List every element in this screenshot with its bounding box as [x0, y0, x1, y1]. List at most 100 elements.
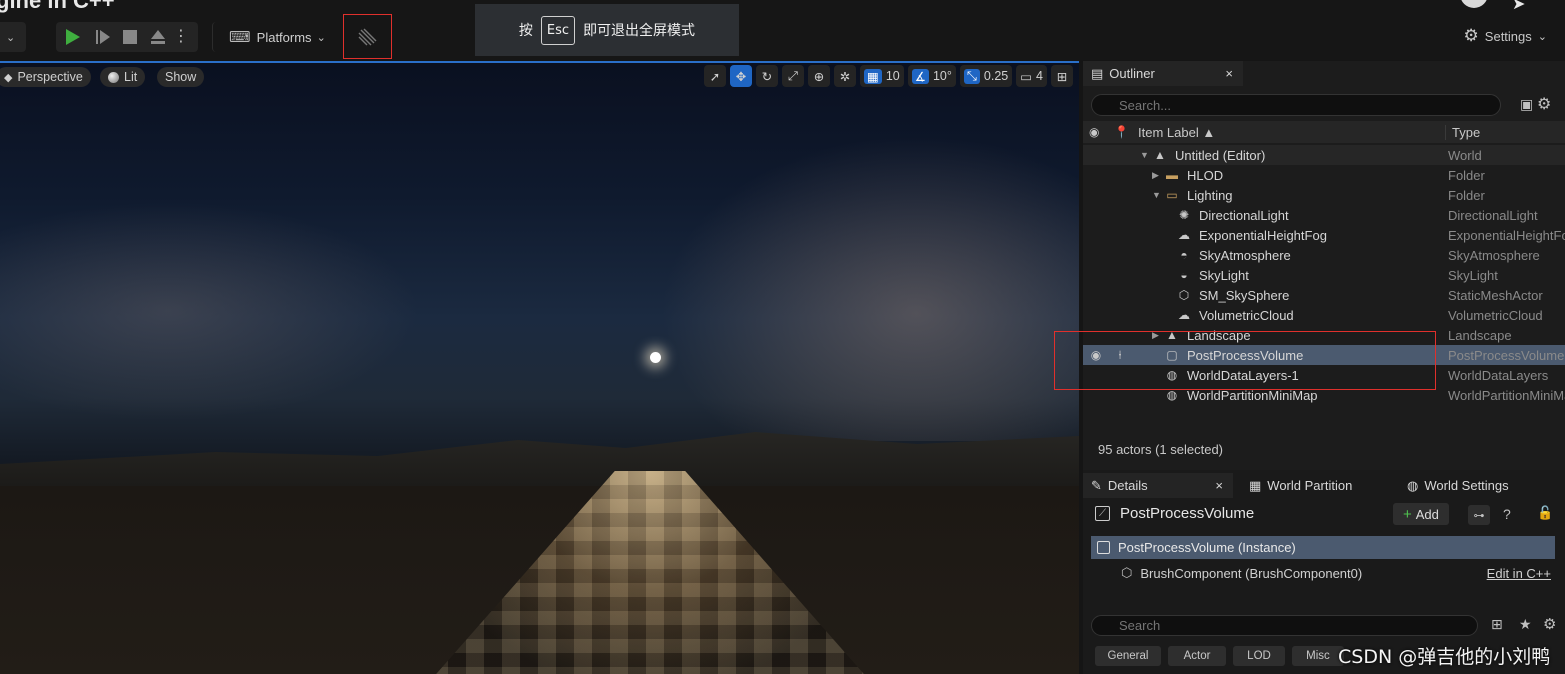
post-process-toggle-button[interactable]: [350, 22, 384, 52]
outliner-row[interactable]: ▼ ▭ Lighting Folder: [1083, 185, 1565, 205]
instance-row[interactable]: PostProcessVolume (Instance): [1091, 536, 1555, 559]
share-icon[interactable]: ➤: [1512, 0, 1525, 14]
camera-speed-value: 4: [1036, 69, 1043, 83]
tab-details[interactable]: ✎ Details ×: [1083, 473, 1233, 498]
stop-button[interactable]: [116, 22, 144, 52]
outliner-row[interactable]: ◒ SkyLight SkyLight: [1083, 265, 1565, 285]
select-mode-button[interactable]: ➚: [704, 65, 727, 87]
eject-button[interactable]: [144, 22, 172, 52]
filter-bar: General Actor LOD Misc: [1095, 646, 1344, 666]
details-search-input[interactable]: [1091, 615, 1478, 636]
outliner-row[interactable]: ⬡ SM_SkySphere StaticMeshActor: [1083, 285, 1565, 305]
outliner-row[interactable]: ▼ ▲ Untitled (Editor) World: [1083, 145, 1565, 165]
outliner-row[interactable]: ☁ ExponentialHeightFog ExponentialHeightFo…: [1083, 225, 1565, 245]
translate-mode-button[interactable]: ✥: [730, 65, 753, 87]
details-object-name: PostProcessVolume: [1120, 505, 1255, 522]
perspective-label: Perspective: [17, 70, 83, 84]
outliner-row[interactable]: ▶ ▲ Landscape Landscape: [1083, 325, 1565, 345]
coordinate-space-button[interactable]: ⊕: [808, 65, 831, 87]
lock-icon[interactable]: 🔓: [1537, 505, 1553, 521]
window-control-a[interactable]: [1460, 0, 1488, 8]
pin-icon[interactable]: 📍: [1114, 125, 1129, 139]
pin-icon[interactable]: ⍿: [1113, 348, 1127, 362]
main-toolbar: gine in C++ ⌄ ⋮ ⌨ Platforms ⌄ 按 Esc 即可退出…: [0, 0, 1565, 60]
camera-icon: ▭: [1020, 69, 1033, 84]
angle-icon: ∡: [911, 68, 929, 84]
scale-icon: ⤢: [788, 68, 799, 83]
table-view-icon[interactable]: ⊞: [1491, 616, 1503, 633]
play-button[interactable]: [56, 22, 90, 52]
cloud-right: [640, 121, 1079, 441]
filter-actor[interactable]: Actor: [1168, 646, 1226, 666]
outliner-row[interactable]: ✺ DirectionalLight DirectionalLight: [1083, 205, 1565, 225]
more-options-button[interactable]: ⋮: [172, 22, 190, 52]
expand-arrow-icon[interactable]: ▶: [1152, 330, 1159, 341]
grid-icon: ▦: [864, 68, 882, 84]
outliner-row[interactable]: ▶ ▬ HLOD Folder: [1083, 165, 1565, 185]
gear-icon[interactable]: ⚙: [1537, 94, 1551, 114]
visibility-eye-icon[interactable]: ◉: [1089, 348, 1103, 362]
help-icon[interactable]: ?: [1503, 506, 1511, 522]
component-label: BrushComponent (BrushComponent0): [1140, 565, 1363, 581]
view-mode-menu[interactable]: Lit: [100, 67, 146, 87]
grid-snap-button[interactable]: ▦ 10: [860, 65, 904, 87]
outliner-row[interactable]: ◍ WorldPartitionMiniMap WorldPartitionMini…: [1083, 385, 1565, 405]
outliner-row[interactable]: ◓ SkyAtmosphere SkyAtmosphere: [1083, 245, 1565, 265]
stop-icon: [123, 30, 137, 44]
layout-button[interactable]: ⊞: [1051, 65, 1073, 87]
outliner-row[interactable]: ◉ ⍿ ▢ PostProcessVolume PostProcessVolume: [1083, 345, 1565, 365]
component-row[interactable]: ⬡ BrushComponent (BrushComponent0) Edit …: [1091, 562, 1555, 584]
outliner-item-label: SkyLight: [1199, 267, 1249, 283]
collapse-arrow-icon[interactable]: ▼: [1152, 190, 1161, 200]
perspective-menu[interactable]: ◆ Perspective: [0, 67, 91, 87]
add-folder-icon[interactable]: ▣: [1520, 96, 1533, 113]
collapse-arrow-icon[interactable]: ▼: [1140, 150, 1149, 160]
close-icon[interactable]: ×: [1215, 478, 1223, 493]
show-menu[interactable]: Show: [157, 67, 205, 87]
esc-notice-prefix: 按: [518, 23, 533, 39]
expand-arrow-icon[interactable]: ▶: [1152, 170, 1159, 181]
filter-lod[interactable]: LOD: [1233, 646, 1285, 666]
instance-label: PostProcessVolume (Instance): [1118, 540, 1296, 555]
scale-mode-button[interactable]: ⤢: [782, 65, 805, 87]
tab-outliner[interactable]: ▤ Outliner ×: [1083, 61, 1243, 86]
add-component-button[interactable]: + Add: [1393, 503, 1449, 525]
play-icon: [66, 29, 80, 45]
blueprint-icon[interactable]: ⊶: [1468, 505, 1490, 525]
globe-icon: ◍: [1407, 477, 1419, 493]
plus-icon: +: [1403, 505, 1412, 523]
world-settings-tab-label: World Settings: [1424, 478, 1509, 493]
rotate-icon: ↻: [761, 69, 773, 84]
scale-snap-button[interactable]: ⤡ 0.25: [959, 65, 1013, 87]
outliner-item-label: HLOD: [1187, 167, 1224, 183]
column-item-label[interactable]: Item Label ▲: [1138, 125, 1215, 140]
tab-world-partition[interactable]: ▦ World Partition: [1241, 473, 1360, 498]
rotate-mode-button[interactable]: ↻: [756, 65, 779, 87]
visibility-eye-icon[interactable]: ◉: [1089, 125, 1099, 139]
star-icon[interactable]: ★: [1519, 616, 1532, 633]
filter-general[interactable]: General: [1095, 646, 1161, 666]
filter-misc[interactable]: Misc: [1292, 646, 1344, 666]
cloud-left: [0, 201, 420, 421]
outliner-item-type: Folder: [1448, 187, 1485, 203]
tab-world-settings[interactable]: ◍ World Settings: [1399, 473, 1517, 498]
column-type[interactable]: Type: [1445, 124, 1480, 140]
surface-snap-button[interactable]: ✲: [834, 65, 857, 87]
level-viewport[interactable]: ◆ Perspective Lit Show ➚ ✥ ↻ ⤢ ⊕ ✲ ▦ 10 …: [0, 61, 1079, 674]
close-icon[interactable]: ×: [1225, 66, 1233, 81]
settings-menu[interactable]: ⚙ Settings ⌄: [1464, 26, 1547, 46]
outliner-item-type: DirectionalLight: [1448, 207, 1538, 223]
actor-count-status: 95 actors (1 selected): [1098, 442, 1224, 457]
rotation-snap-button[interactable]: ∡ 10°: [907, 65, 956, 87]
edit-in-cpp-link[interactable]: Edit in C++: [1487, 566, 1551, 581]
outliner-icon: ▤: [1091, 65, 1104, 81]
outliner-row[interactable]: ☁ VolumetricCloud VolumetricCloud: [1083, 305, 1565, 325]
advance-frame-button[interactable]: [90, 22, 116, 52]
mode-selector[interactable]: ⌄: [0, 22, 26, 52]
outliner-row[interactable]: ◍ WorldDataLayers-1 WorldDataLayers: [1083, 365, 1565, 385]
gear-icon[interactable]: ⚙: [1543, 615, 1556, 633]
camera-speed-button[interactable]: ▭ 4: [1016, 65, 1047, 87]
platforms-menu[interactable]: ⌨ Platforms ⌄: [212, 22, 332, 52]
fullscreen-exit-notice: 按 Esc 即可退出全屏模式: [475, 4, 739, 56]
outliner-search-input[interactable]: [1091, 94, 1501, 116]
